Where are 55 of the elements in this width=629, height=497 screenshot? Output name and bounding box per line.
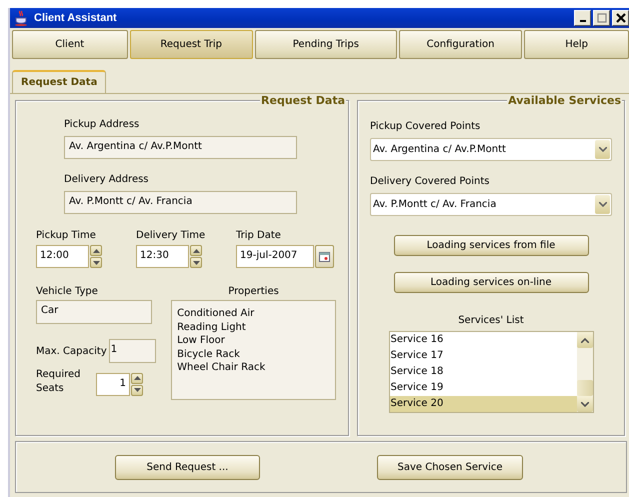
- property-item: Low Floor: [177, 334, 226, 348]
- save-service-button[interactable]: Save Chosen Service: [377, 454, 523, 480]
- menu-button[interactable]: Pending Trips: [254, 30, 397, 59]
- property-item: Conditioned Air: [177, 307, 256, 320]
- property-item: Bicycle Rack: [177, 348, 241, 361]
- field-label: Vehicle Type: [36, 286, 99, 297]
- calendar-button[interactable]: [315, 245, 334, 268]
- spinner-arrows-icon[interactable]: [90, 245, 102, 268]
- menu-button[interactable]: Help: [524, 30, 629, 59]
- group-title: Request Data: [260, 94, 346, 107]
- time-field[interactable]: 12:00: [36, 245, 89, 268]
- seats-field[interactable]: 1: [96, 372, 130, 396]
- menu-button[interactable]: Request Trip: [130, 30, 253, 59]
- property-item: Wheel Chair Rack: [177, 361, 266, 374]
- calendar-icon: [319, 252, 330, 262]
- maximize-icon[interactable]: [593, 10, 610, 26]
- field-label: Required Seats: [36, 368, 82, 396]
- field-label: Delivery Covered Points: [370, 176, 490, 187]
- delivery-address-field[interactable]: Av. P.Montt c/ Av. Francia: [64, 191, 297, 214]
- field-label: Delivery Time: [136, 230, 206, 241]
- field-label: Services' List: [457, 315, 525, 326]
- list-item[interactable]: Service 17: [390, 348, 576, 364]
- window-title: Client Assistant: [34, 12, 118, 24]
- field-label: Pickup Time: [36, 230, 97, 241]
- minimize-icon[interactable]: [574, 10, 591, 26]
- load-button[interactable]: Loading services on-line: [394, 272, 588, 293]
- menu-button[interactable]: Client: [12, 30, 128, 59]
- list-item[interactable]: Service 18: [390, 364, 576, 380]
- time-field[interactable]: 12:30: [136, 245, 189, 268]
- property-item: Reading Light: [177, 320, 247, 334]
- list-item[interactable]: Service 16: [390, 332, 576, 348]
- tab[interactable]: Request Data: [12, 70, 106, 93]
- menu-button[interactable]: Configuration: [398, 30, 522, 59]
- field-label: Properties: [227, 286, 280, 297]
- scroll-bar[interactable]: [576, 332, 592, 412]
- coffee-cup-icon: [14, 10, 28, 26]
- vehicle-type-field[interactable]: Car: [36, 300, 152, 324]
- field-label: Max. Capacity: [36, 346, 107, 356]
- field-label: Delivery Address: [64, 174, 150, 185]
- field-label: Pickup Address: [64, 119, 140, 130]
- list-item[interactable]: Service 20: [390, 396, 576, 412]
- spinner-arrows-icon[interactable]: [131, 372, 143, 396]
- list-item[interactable]: Service 19: [390, 380, 576, 396]
- pickup-address-field[interactable]: Av. Argentina c/ Av.P.Montt: [64, 136, 297, 159]
- dropdown[interactable]: Av. P.Montt c/ Av. Francia: [370, 193, 612, 216]
- group-title: Available Services: [507, 94, 622, 107]
- max-capacity-field[interactable]: 1: [108, 339, 156, 363]
- dropdown[interactable]: Av. Argentina c/ Av.P.Montt: [370, 138, 612, 161]
- send-request-button[interactable]: Send Request ...: [115, 454, 260, 480]
- field-label: Pickup Covered Points: [370, 121, 482, 132]
- load-button[interactable]: Loading services from file: [394, 235, 588, 256]
- close-icon[interactable]: [612, 10, 629, 26]
- date-field[interactable]: 19-jul-2007: [236, 245, 314, 268]
- field-label: Trip Date: [236, 230, 282, 241]
- spinner-arrows-icon[interactable]: [190, 245, 202, 268]
